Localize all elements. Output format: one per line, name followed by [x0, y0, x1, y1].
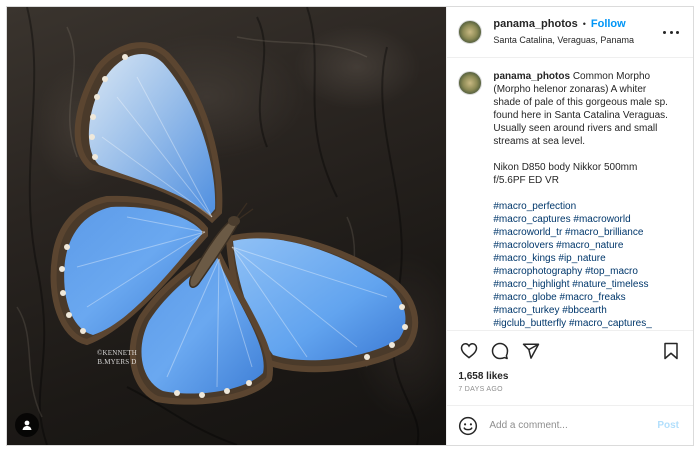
post-card: ©KENNETH B.MYERS D panama_photos • Follo… — [6, 6, 694, 446]
comment-bar: Post — [447, 405, 693, 445]
author-line: panama_photos • Follow — [493, 17, 634, 31]
caption-avatar[interactable] — [458, 71, 483, 95]
follow-button[interactable]: Follow — [591, 17, 626, 31]
separator-dot: • — [582, 19, 586, 29]
caption-body: panama_photos Common Morpho (Morpho hele… — [493, 71, 670, 147]
heart-icon[interactable] — [459, 341, 479, 361]
post-comment-button[interactable]: Post — [657, 420, 679, 431]
caption-description: Common Morpho (Morpho helenor zonaras) A… — [493, 71, 671, 147]
caption: panama_photos Common Morpho (Morpho hele… — [493, 70, 668, 330]
user-tag-icon[interactable] — [15, 413, 39, 437]
paper-plane-icon[interactable] — [521, 341, 541, 361]
post-timestamp: 7 DAYS AGO — [458, 386, 503, 393]
likes-count[interactable]: 1,658 likes — [447, 370, 693, 383]
action-bar — [447, 330, 693, 370]
watermark-line-1: ©KENNETH — [97, 349, 137, 357]
watermark-line-2: B.MYERS D — [97, 358, 137, 366]
photo-watermark: ©KENNETH B.MYERS D — [87, 349, 147, 367]
author-avatar[interactable] — [458, 20, 483, 44]
post-side-panel: panama_photos • Follow Santa Catalina, V… — [446, 7, 693, 445]
butterfly-image — [50, 42, 419, 405]
author-meta: panama_photos • Follow Santa Catalina, V… — [493, 17, 634, 47]
caption-username[interactable]: panama_photos — [493, 71, 570, 82]
post-photo[interactable]: ©KENNETH B.MYERS D — [7, 7, 447, 445]
caption-area: panama_photos Common Morpho (Morpho hele… — [447, 58, 693, 330]
more-horizontal-icon[interactable] — [663, 25, 679, 39]
post-location[interactable]: Santa Catalina, Veraguas, Panama — [493, 33, 634, 47]
caption-gear: Nikon D850 body Nikkor 500mm f/5.6PF ED … — [493, 162, 638, 186]
post-header: panama_photos • Follow Santa Catalina, V… — [447, 7, 693, 58]
comment-input[interactable] — [489, 420, 658, 431]
bookmark-icon[interactable] — [661, 341, 681, 361]
smiley-icon[interactable] — [458, 416, 478, 436]
author-username[interactable]: panama_photos — [493, 17, 577, 31]
comment-icon[interactable] — [490, 341, 510, 361]
caption-hashtags[interactable]: #macro_perfection #macro_captures #macro… — [493, 200, 668, 330]
